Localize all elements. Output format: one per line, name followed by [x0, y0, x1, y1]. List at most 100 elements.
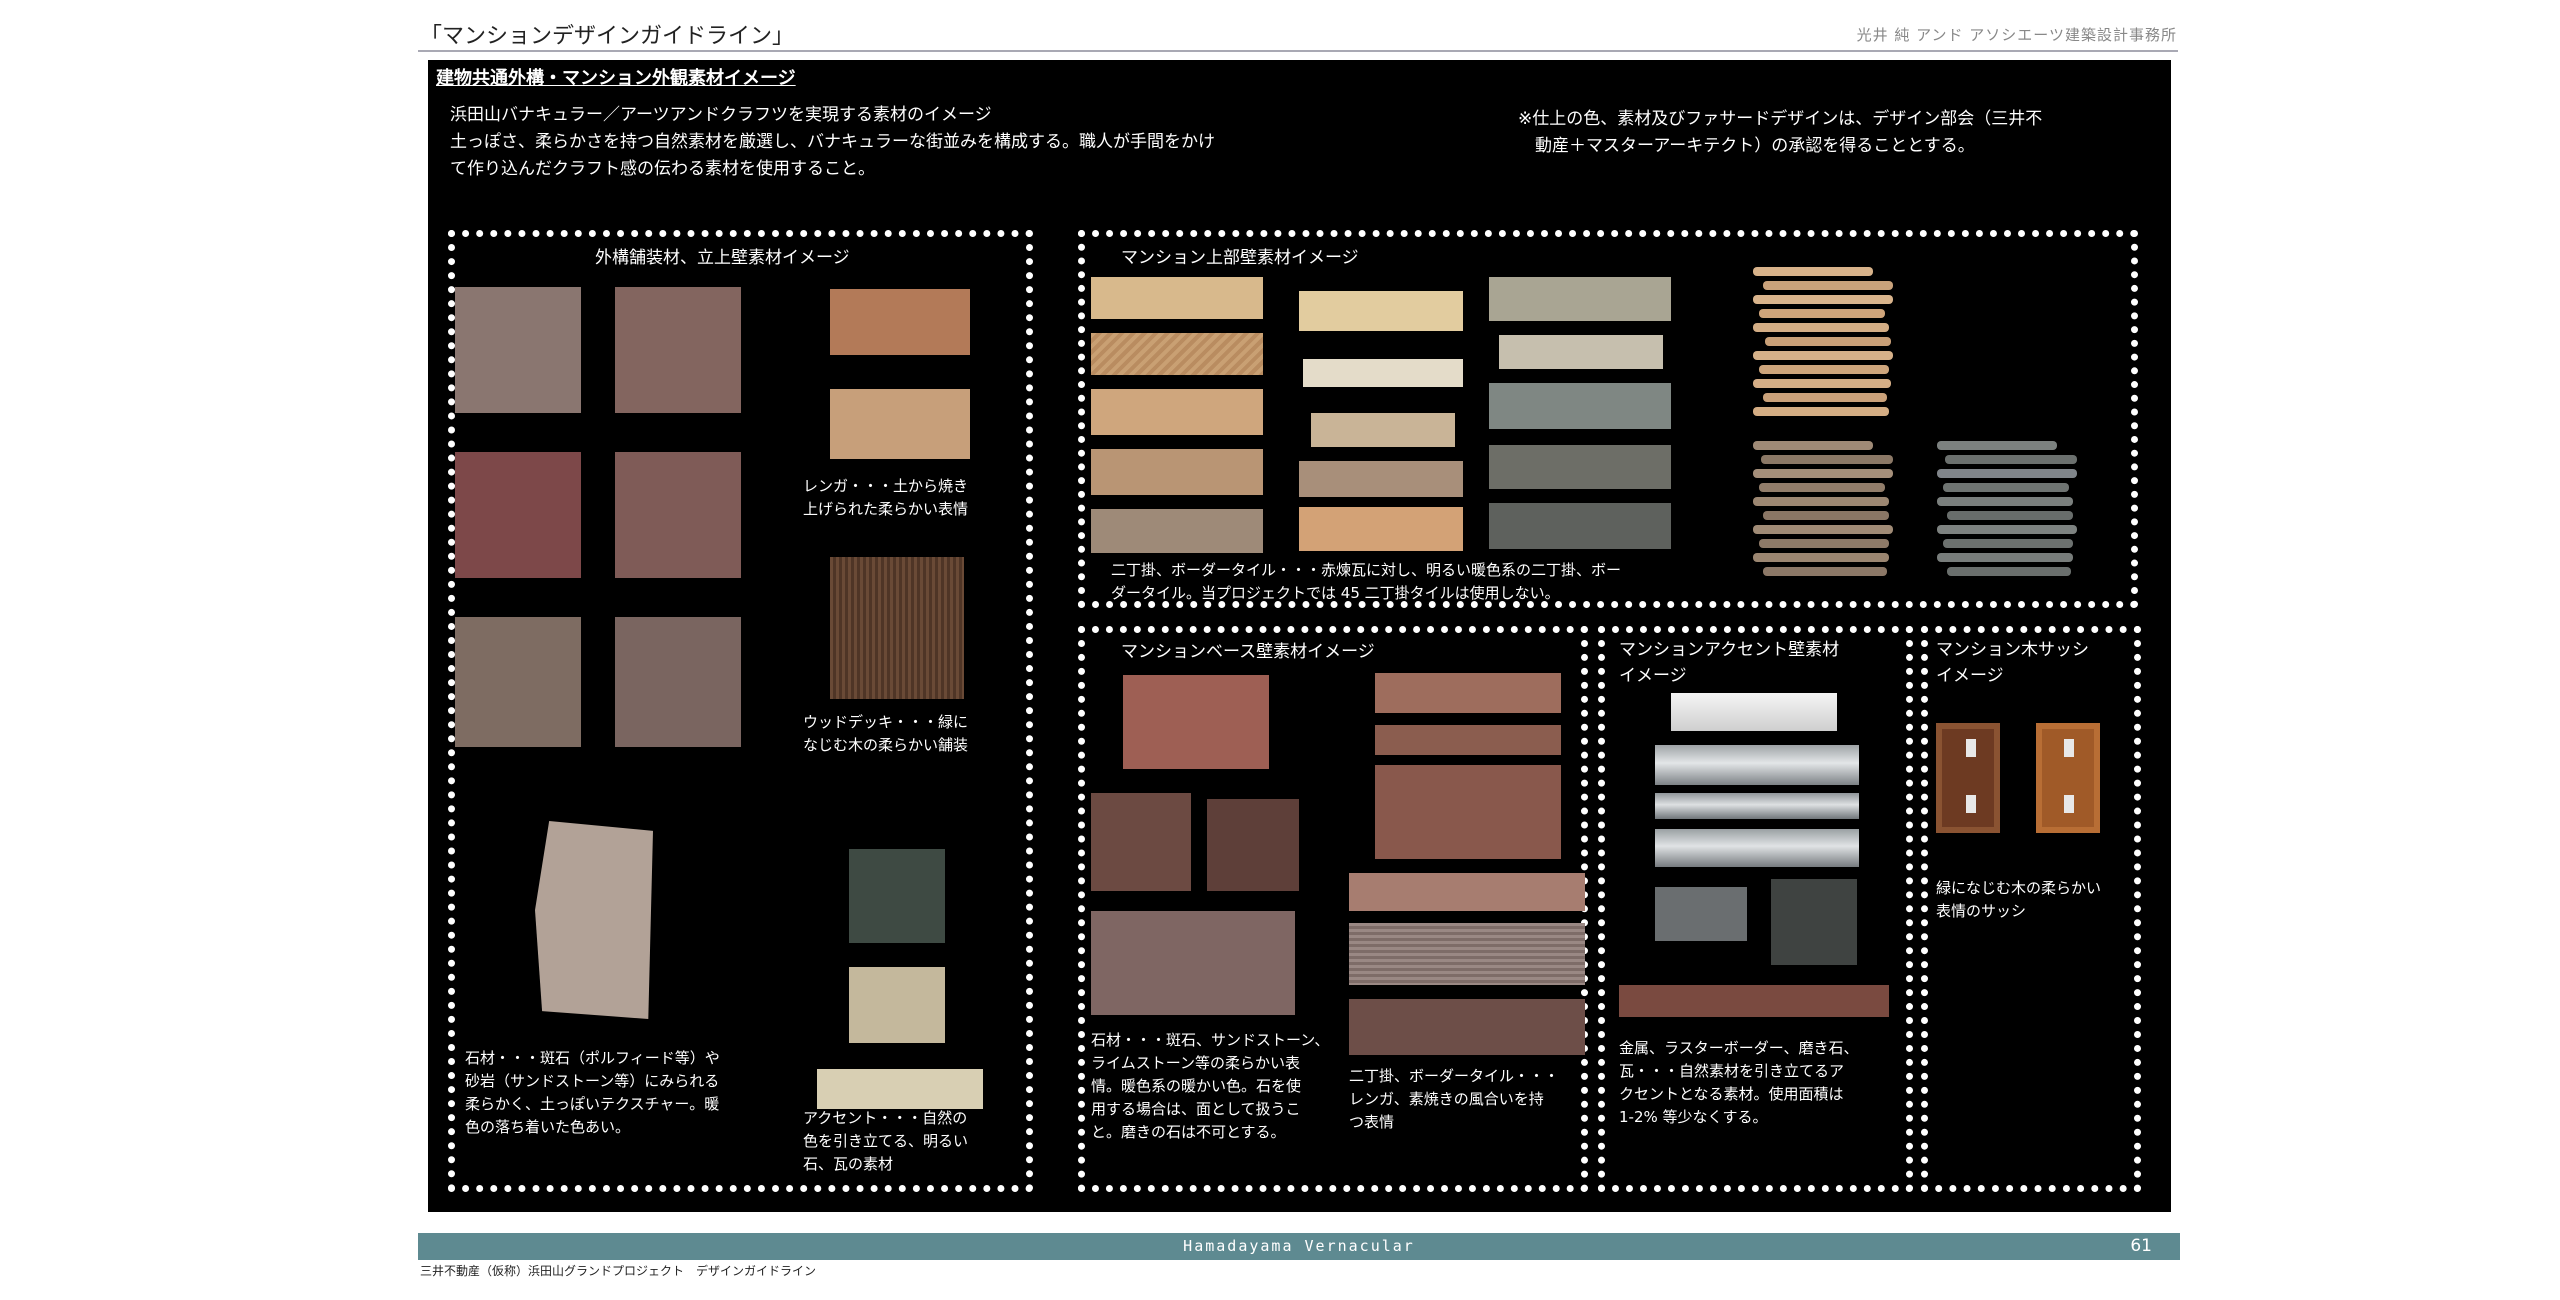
porphyry-swatch: [615, 287, 741, 413]
intro-line: て作り込んだクラフト感の伝わる素材を使用すること。: [450, 159, 875, 179]
sash-hardware: [2064, 739, 2074, 757]
border-tile-swatch: [1499, 335, 1663, 369]
intro-text: 浜田山バナキュラー／アーツアンドクラフツを実現する素材のイメージ 土っぽさ、柔ら…: [450, 102, 1330, 183]
caption-line: 上げられた柔らかい表情: [803, 500, 969, 518]
border-tile-swatch: [1303, 359, 1463, 387]
caption-line: ダータイル。当プロジェクトでは 45 二丁掛タイルは使用しない。: [1111, 584, 1560, 602]
accent-box-title: マンションアクセント壁素材 イメージ: [1619, 637, 1839, 689]
limestone-swatch: [1091, 911, 1295, 1015]
border-tile-swatch: [1091, 277, 1263, 319]
title-line: イメージ: [1619, 666, 1687, 686]
base-box-title: マンションベース壁素材イメージ: [1121, 642, 1375, 662]
caption-line: 表情のサッシ: [1936, 902, 2027, 920]
porphyry-swatch: [455, 452, 581, 578]
porphyry-swatch: [615, 452, 741, 578]
caption-line: クセントとなる素材。使用面積は: [1619, 1085, 1844, 1103]
approval-note: ※仕上の色、素材及びファサードデザインは、デザイン部会（三井不 動産＋マスターア…: [1518, 106, 2138, 160]
roman-brick-stack-beige: [1753, 267, 1903, 427]
light-stone-swatch: [817, 1069, 983, 1109]
title-line: マンション木サッシ: [1936, 640, 2089, 660]
wood-sash-box: マンション木サッシ イメージ 緑になじむ木の柔らかい 表情のサッシ: [1921, 626, 2141, 1192]
upper-box-title: マンション上部壁素材イメージ: [1121, 248, 1359, 268]
base-tile-swatch: [1375, 673, 1561, 713]
green-stone-swatch: [849, 849, 945, 943]
border-tile-swatch: [1091, 449, 1263, 495]
footer-title: Hamadayama Vernacular: [1183, 1237, 1415, 1255]
base-tile-caption: 二丁掛、ボーダータイル・・・ レンガ、素焼きの風合いを持 つ表情: [1349, 1065, 1559, 1134]
brick-swatch: [830, 389, 970, 459]
firm-name: 光井 純 アンド アソシエーツ建築設計事務所: [1856, 26, 2177, 44]
border-tile-swatch: [1091, 333, 1263, 375]
caption-line: 石、瓦の素材: [803, 1155, 894, 1173]
note-line: ※仕上の色、素材及びファサードデザインは、デザイン部会（三井不: [1518, 109, 2043, 129]
caption-line: 石材・・・斑石（ポルフィード等）や: [465, 1049, 720, 1067]
caption-line: なじむ木の柔らかい舗装: [803, 736, 969, 754]
base-tile-swatch: [1349, 923, 1585, 985]
caption-line: 色を引き立てる、明るい: [803, 1132, 969, 1150]
sandstone-swatch: [1207, 799, 1299, 891]
border-tile-swatch: [1489, 445, 1671, 489]
caption-line: 用する場合は、面として扱うこ: [1091, 1100, 1301, 1118]
caption-line: 緑になじむ木の柔らかい: [1936, 879, 2102, 897]
note-line: 動産＋マスターアーキテクト）の承認を得ることとする。: [1518, 136, 1975, 156]
wood-deck-caption: ウッドデッキ・・・緑に なじむ木の柔らかい舗装: [803, 711, 968, 757]
base-tile-swatch: [1349, 873, 1585, 911]
exterior-box-title: 外構舗装材、立上壁素材イメージ: [595, 248, 850, 268]
upper-wall-box: マンション上部壁素材イメージ 二丁掛、ボーダータイル・・・赤煉瓦に対し、明るい暖…: [1078, 230, 2138, 608]
caption-line: 金属、ラスターボーダー、磨き石、: [1619, 1039, 1859, 1057]
base-tile-swatch: [1375, 725, 1561, 755]
porphyry-swatch: [615, 617, 741, 747]
border-tile-swatch: [1299, 291, 1463, 331]
porphyry-swatch: [455, 287, 581, 413]
stone-caption: 石材・・・斑石（ポルフィード等）や 砂岩（サンドストーン等）にみられる 柔らかく…: [465, 1047, 720, 1139]
sash-hardware: [1966, 739, 1976, 757]
sash-hardware: [2064, 795, 2074, 813]
border-tile-swatch: [1489, 503, 1671, 549]
sandstone-swatch: [1091, 793, 1191, 891]
base-stone-caption: 石材・・・斑石、サンドストーン、 ライムストーン等の柔らかい表 情。暖色系の暖か…: [1091, 1029, 1329, 1144]
footer-bar: Hamadayama Vernacular 61: [418, 1233, 2180, 1260]
intro-line: 浜田山バナキュラー／アーツアンドクラフツを実現する素材のイメージ: [450, 105, 992, 125]
luster-border-swatch: [1655, 829, 1859, 867]
border-tile-swatch: [1299, 461, 1463, 497]
caption-line: 柔らかく、土っぽいテクスチャー。暖: [465, 1095, 720, 1113]
polished-stone-swatch: [1655, 887, 1747, 941]
base-tile-swatch: [1375, 765, 1561, 859]
caption-line: 二丁掛、ボーダータイル・・・: [1349, 1067, 1560, 1085]
caption-line: アクセント・・・自然の: [803, 1109, 968, 1127]
luster-border-swatch: [1655, 793, 1859, 819]
granite-swatch: [849, 967, 945, 1043]
border-tile-swatch: [1489, 383, 1671, 429]
exterior-material-box: 外構舗装材、立上壁素材イメージ レンガ・・・土から焼き 上げられた柔らかい表情 …: [448, 230, 1033, 1192]
porphyry-swatch: [455, 617, 581, 747]
caption-line: ライムストーン等の柔らかい表: [1091, 1054, 1300, 1072]
border-tile-swatch: [1489, 277, 1671, 321]
roman-brick-stack-grey: [1937, 441, 2087, 591]
sash-box-title: マンション木サッシ イメージ: [1936, 637, 2089, 689]
brick-caption: レンガ・・・土から焼き 上げられた柔らかい表情: [803, 475, 968, 521]
base-tile-swatch: [1349, 999, 1585, 1055]
caption-line: 二丁掛、ボーダータイル・・・赤煉瓦に対し、明るい暖色系の二丁掛、ボー: [1111, 561, 1622, 579]
metal-panel-swatch: [1671, 693, 1837, 731]
sandstone-swatch: [535, 821, 653, 1019]
header-rule: [418, 50, 2178, 52]
section-title: 建物共通外構・マンション外観素材イメージ: [436, 68, 796, 89]
terracotta-stone-swatch: [1123, 675, 1269, 769]
caption-line: と。磨きの石は不可とする。: [1091, 1123, 1286, 1141]
caption-line: 瓦・・・自然素材を引き立てるア: [1619, 1062, 1845, 1080]
accent-caption: 金属、ラスターボーダー、磨き石、 瓦・・・自然素材を引き立てるア クセントとなる…: [1619, 1037, 1859, 1129]
border-tile-swatch: [1091, 509, 1263, 553]
title-line: イメージ: [1936, 666, 2004, 686]
intro-line: 土っぽさ、柔らかさを持つ自然素材を厳選し、バナキュラーな街並みを構成する。職人が…: [450, 132, 1215, 152]
caption-line: 1-2% 等少なくする。: [1619, 1108, 1768, 1126]
polished-stone-swatch: [1771, 879, 1857, 965]
caption-line: 砂岩（サンドストーン等）にみられる: [465, 1072, 720, 1090]
page-number: 61: [2130, 1236, 2152, 1256]
caption-line: 情。暖色系の暖かい色。石を使: [1091, 1077, 1302, 1095]
upper-caption: 二丁掛、ボーダータイル・・・赤煉瓦に対し、明るい暖色系の二丁掛、ボー ダータイル…: [1111, 559, 1621, 605]
caption-line: 石材・・・斑石、サンドストーン、: [1091, 1031, 1330, 1049]
title-line: マンションアクセント壁素材: [1619, 640, 1840, 660]
wood-sash-swatch: [1936, 723, 2000, 833]
wood-deck-swatch: [830, 557, 964, 699]
border-tile-swatch: [1091, 389, 1263, 435]
